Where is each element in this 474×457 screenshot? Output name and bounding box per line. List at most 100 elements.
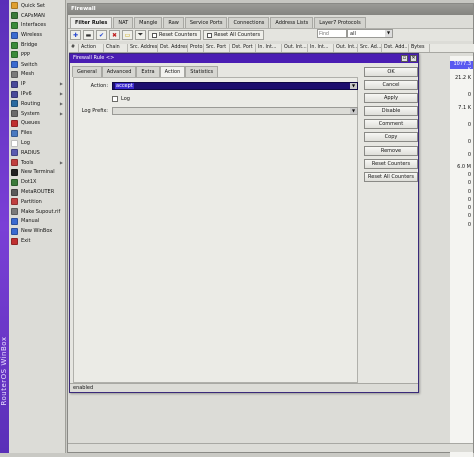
sidebar-item-partition[interactable]: Partition — [10, 197, 66, 207]
column-header[interactable]: Chain — [104, 44, 128, 52]
reset-counters-button[interactable]: Reset Counters — [148, 30, 202, 40]
copy-button[interactable]: Copy — [364, 132, 418, 143]
table-row-bytes[interactable]: 0 — [450, 122, 473, 130]
table-row-bytes[interactable]: 0 — [450, 152, 473, 160]
table-row-bytes[interactable]: 0 — [450, 189, 473, 197]
sidebar-item-log[interactable]: Log — [10, 138, 66, 148]
tab-extra[interactable]: Extra — [136, 66, 160, 77]
tab-action[interactable]: Action — [159, 66, 186, 77]
table-row-bytes[interactable]: 0 — [450, 180, 473, 188]
tab-nat[interactable]: NAT — [113, 17, 134, 28]
table-row-bytes[interactable]: 0 — [450, 92, 473, 100]
table-row-bytes[interactable]: 1077.3 K — [450, 61, 473, 73]
queues-icon — [11, 119, 18, 127]
column-header[interactable]: Out. Int... — [282, 44, 308, 52]
sidebar-item-bridge[interactable]: Bridge — [10, 40, 66, 50]
column-header[interactable]: Bytes — [409, 44, 430, 52]
reset-all-counters-button[interactable]: Reset All Counters — [364, 171, 418, 182]
add-rule-button[interactable]: ✚ — [70, 30, 81, 40]
disable-rule-button[interactable]: ✖ — [109, 30, 120, 40]
enable-rule-button[interactable]: ✔ — [96, 30, 107, 40]
sidebar-item-tools[interactable]: Tools ▶ — [10, 158, 66, 168]
log-prefix-input[interactable]: ▼ — [112, 107, 358, 115]
rule-dialog-title: Firewall Rule <> — [73, 55, 115, 61]
column-header[interactable]: Src. Address — [128, 44, 158, 52]
action-select[interactable]: accept ▼ — [112, 82, 358, 90]
sidebar-item-capsman[interactable]: CAPsMAN — [10, 11, 66, 21]
tab-raw[interactable]: Raw — [163, 17, 184, 28]
sidebar-item-queues[interactable]: Queues — [10, 119, 66, 129]
sidebar-item-new-terminal[interactable]: New Terminal — [10, 168, 66, 178]
column-header[interactable]: In. Int... — [308, 44, 334, 52]
column-header[interactable]: Src. Ad... — [358, 44, 382, 52]
tab-general[interactable]: General — [72, 66, 102, 77]
firewall-window-title[interactable]: Firewall — [68, 4, 473, 15]
tab-advanced[interactable]: Advanced — [101, 66, 137, 77]
column-header[interactable]: # — [69, 44, 79, 52]
restore-window-button[interactable]: ▫ — [401, 55, 408, 62]
sidebar-item-label: System — [21, 110, 40, 117]
sidebar-item-routing[interactable]: Routing ▶ — [10, 99, 66, 109]
sidebar-item-files[interactable]: Files — [10, 128, 66, 138]
tab-connections[interactable]: Connections — [228, 17, 270, 28]
sidebar-item-ip[interactable]: IP ▶ — [10, 79, 66, 89]
comment-button[interactable]: Comment — [364, 119, 418, 130]
sidebar-item-dot1x[interactable]: Dot1X — [10, 177, 66, 187]
table-row-bytes[interactable]: 7.1 K — [450, 105, 473, 113]
sidebar-item-mesh[interactable]: Mesh — [10, 70, 66, 80]
reset-all-counters-button[interactable]: Reset All Counters — [203, 30, 265, 40]
sidebar-item-label: New Terminal — [21, 169, 55, 176]
column-header[interactable]: Proto... — [188, 44, 204, 52]
table-row-bytes[interactable]: 0 — [450, 197, 473, 205]
sidebar-item-make-supout-rif[interactable]: Make Supout.rif — [10, 207, 66, 217]
sidebar-item-label: Switch — [21, 61, 38, 68]
remove-button[interactable]: Remove — [364, 145, 418, 156]
table-row-bytes[interactable]: 0 — [450, 213, 473, 221]
tab-mangle[interactable]: Mangle — [134, 17, 163, 28]
tab-layer7-protocols[interactable]: Layer7 Protocols — [314, 17, 366, 28]
column-header[interactable]: Action — [79, 44, 104, 52]
column-header[interactable]: Dst. Add... — [382, 44, 409, 52]
disable-button[interactable]: Disable — [364, 106, 418, 117]
tab-address-lists[interactable]: Address Lists — [270, 17, 314, 28]
apply-button[interactable]: Apply — [364, 93, 418, 104]
column-header[interactable]: Out. Int... — [334, 44, 358, 52]
rule-dialog-titlebar[interactable]: Firewall Rule <> ▫ ✕ — [70, 54, 418, 63]
sidebar-item-quick-set[interactable]: Quick Set — [10, 1, 66, 11]
sidebar-item-interfaces[interactable]: Interfaces — [10, 21, 66, 31]
column-header[interactable]: Dst. Address — [158, 44, 188, 52]
log-checkbox[interactable] — [112, 96, 118, 102]
sidebar-item-manual[interactable]: Manual — [10, 217, 66, 227]
sidebar-item-new-winbox[interactable]: New WinBox — [10, 226, 66, 236]
sidebar-item-metarouter[interactable]: MetaROUTER — [10, 187, 66, 197]
sidebar-item-exit[interactable]: Exit — [10, 236, 66, 246]
column-header[interactable]: In. Int... — [256, 44, 282, 52]
tab-service-ports[interactable]: Service Ports — [184, 17, 228, 28]
tab-statistics[interactable]: Statistics — [185, 66, 219, 77]
chevron-down-icon: ▼ — [385, 30, 392, 37]
sidebar-item-ipv6[interactable]: IPv6 ▶ — [10, 89, 66, 99]
table-row-bytes[interactable]: 0 — [450, 205, 473, 213]
ok-button[interactable]: OK — [364, 67, 418, 77]
table-row-bytes[interactable]: 21.2 K — [450, 75, 473, 83]
filter-button[interactable]: ⏷ — [135, 30, 146, 40]
close-window-button[interactable]: ✕ — [410, 55, 417, 62]
column-header[interactable]: Dst. Port — [230, 44, 256, 52]
filter-select[interactable]: all ▼ — [347, 29, 393, 38]
sidebar-item-wireless[interactable]: Wireless — [10, 30, 66, 40]
table-row-bytes[interactable]: 6.0 M — [450, 164, 473, 172]
sidebar-item-switch[interactable]: Switch — [10, 60, 66, 70]
column-header[interactable]: Src. Port — [204, 44, 230, 52]
remove-rule-button[interactable]: ▬ — [83, 30, 94, 40]
table-row-bytes[interactable]: 0 — [450, 222, 473, 230]
reset-counters-button[interactable]: Reset Counters — [364, 158, 418, 169]
sidebar-item-system[interactable]: System ▶ — [10, 109, 66, 119]
table-row-bytes[interactable]: 0 — [450, 139, 473, 147]
sidebar-item-radius[interactable]: RADIUS — [10, 148, 66, 158]
table-row-bytes[interactable]: 0 — [450, 172, 473, 180]
cancel-button[interactable]: Cancel — [364, 80, 418, 91]
tab-filter-rules[interactable]: Filter Rules — [70, 17, 113, 28]
find-input[interactable] — [317, 29, 347, 38]
comment-rule-button[interactable]: ▭ — [122, 30, 133, 40]
sidebar-item-ppp[interactable]: PPP — [10, 50, 66, 60]
